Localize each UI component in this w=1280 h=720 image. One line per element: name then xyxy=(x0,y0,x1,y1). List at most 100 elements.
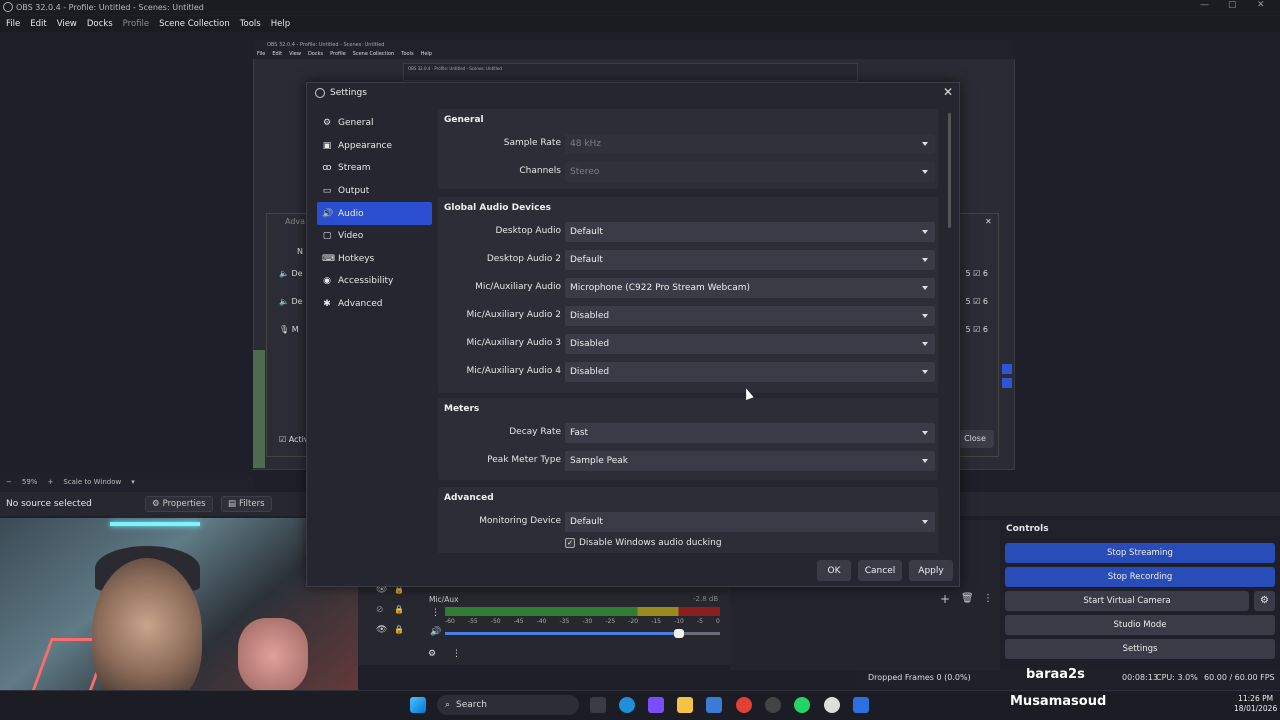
nav-audio[interactable]: 🔊 Audio xyxy=(317,202,432,225)
taskbar-search[interactable]: ⌕ Search xyxy=(437,695,579,715)
kebab-menu-icon[interactable]: ⋮ xyxy=(431,608,440,618)
volume-slider[interactable] xyxy=(445,629,720,638)
keyboard-icon: ⌨ xyxy=(322,253,335,264)
bg-row-1: 🔈 De xyxy=(279,269,303,278)
minimize-icon[interactable]: — xyxy=(1200,0,1209,10)
peak-meter-select[interactable]: Sample Peak xyxy=(565,451,935,471)
mixer-menu-icon[interactable]: ⋮ xyxy=(452,649,461,659)
ok-button[interactable]: OK xyxy=(817,560,851,581)
settings-content[interactable]: General Sample Rate 48 kHz Channels Ster… xyxy=(438,109,948,553)
app-taskbar-icon[interactable] xyxy=(853,697,869,713)
trash-icon[interactable]: 🗑 xyxy=(961,593,974,604)
desktop-audio-2-select[interactable]: Default xyxy=(565,250,935,270)
settings-title: Settings xyxy=(330,88,367,98)
settings-nav: ⚙ General ▣ Appearance ꝏ Stream ▭ Output 🔊 Au… xyxy=(317,112,432,315)
stop-streaming-button[interactable]: Stop Streaming xyxy=(1005,543,1275,563)
zoom-plus[interactable]: + xyxy=(47,478,53,486)
steam-icon[interactable] xyxy=(765,697,781,713)
nav-appearance[interactable]: ▣ Appearance xyxy=(317,135,432,158)
whatsapp-icon[interactable] xyxy=(794,697,810,713)
menu-edit[interactable]: Edit xyxy=(30,19,46,29)
cancel-button[interactable]: Cancel xyxy=(858,560,902,581)
volume-knob[interactable] xyxy=(673,629,684,638)
mic-aux-4-label: Mic/Auxiliary Audio 4 xyxy=(466,366,561,376)
monitoring-device-select[interactable]: Default xyxy=(565,512,935,532)
nav-accessibility[interactable]: ◉ Accessibility xyxy=(317,270,432,293)
disable-ducking-checkbox[interactable]: ✓ xyxy=(565,538,575,548)
edge-icon[interactable] xyxy=(619,697,635,713)
chrome-icon[interactable] xyxy=(736,697,752,713)
chevron-down-icon xyxy=(922,520,928,524)
decay-rate-label: Decay Rate xyxy=(509,427,561,437)
obs-taskbar-icon[interactable] xyxy=(824,697,840,713)
nav-general[interactable]: ⚙ General xyxy=(317,112,432,135)
disable-ducking-row[interactable]: ✓ Disable Windows audio ducking xyxy=(565,538,722,548)
start-virtual-camera-button[interactable]: Start Virtual Camera xyxy=(1005,591,1249,611)
eye-visible-icon[interactable]: 👁 xyxy=(376,625,387,635)
maximize-icon[interactable]: ▢ xyxy=(1228,0,1237,10)
chevron-down-icon xyxy=(922,431,928,435)
filters-button[interactable]: ▤ Filters xyxy=(221,496,272,512)
settings-scrollbar[interactable] xyxy=(948,113,951,228)
scale-chevron-icon[interactable]: ▾ xyxy=(131,478,135,486)
stop-recording-button[interactable]: Stop Recording xyxy=(1005,567,1275,587)
sample-rate-select: 48 kHz xyxy=(565,134,935,154)
menu-tools[interactable]: Tools xyxy=(240,19,261,29)
meter-ticks: -60 -55 -50 -45 -40 -35 -30 -25 -20 -15 -10 -5 0 xyxy=(445,618,720,625)
preview-right-strip xyxy=(1000,350,1014,462)
sample-rate-row: Sample Rate 48 kHz xyxy=(438,134,938,154)
menu-scene-collection[interactable]: Scene Collection xyxy=(159,19,230,29)
lock-icon[interactable]: 🔒 xyxy=(394,605,404,614)
properties-button[interactable]: ⚙ Properties xyxy=(145,496,213,512)
mic-aux-select[interactable]: Microphone (C922 Pro Stream Webcam) xyxy=(565,278,935,298)
nav-hotkeys[interactable]: ⌨ Hotkeys xyxy=(317,248,432,271)
desktop-audio-select[interactable]: Default xyxy=(565,222,935,242)
nav-video[interactable]: ▢ Video xyxy=(317,225,432,248)
lock-icon[interactable]: 🔒 xyxy=(394,625,404,634)
search-icon: ⌕ xyxy=(445,700,451,710)
store-icon[interactable] xyxy=(706,697,722,713)
mixer-settings-icon[interactable]: ⚙ xyxy=(428,649,436,659)
studio-mode-button[interactable]: Studio Mode xyxy=(1005,615,1275,635)
speaker-icon[interactable]: 🔊 xyxy=(430,627,441,637)
mic-aux-2-label: Mic/Auxiliary Audio 2 xyxy=(466,310,561,320)
menu-docks[interactable]: Docks xyxy=(87,19,113,29)
task-view-icon[interactable] xyxy=(590,697,606,713)
close-icon[interactable]: ✕ xyxy=(1257,0,1265,10)
mic-aux-3-select[interactable]: Disabled xyxy=(565,334,935,354)
gear-icon: ⚙ xyxy=(322,118,332,129)
mini-menu-docks: Docks xyxy=(307,51,324,57)
more-icon[interactable]: ⋮ xyxy=(983,593,993,604)
taskbar-clock[interactable]: 11:26 PM 18/01/2026 xyxy=(1234,694,1277,714)
virtual-camera-settings-icon[interactable]: ⚙ xyxy=(1254,591,1275,611)
overlay-username-bottom: Musamasoud xyxy=(1010,694,1107,709)
sample-rate-label: Sample Rate xyxy=(503,138,561,148)
decay-rate-select[interactable]: Fast xyxy=(565,423,935,443)
close-icon[interactable]: ✕ xyxy=(943,85,953,99)
settings-button[interactable]: Settings xyxy=(1005,639,1275,659)
copilot-icon[interactable] xyxy=(648,697,664,713)
nav-advanced[interactable]: ✱ Advanced xyxy=(317,293,432,316)
eye-hidden-icon[interactable]: ⊘ xyxy=(376,605,384,615)
volume-meter xyxy=(445,607,720,616)
nav-stream[interactable]: ꝏ Stream xyxy=(317,157,432,180)
zoom-minus[interactable]: − xyxy=(6,478,12,486)
person-face xyxy=(92,558,202,708)
mini-menu-scene-collection: Scene Collection xyxy=(352,51,395,57)
mic-aux-4-select[interactable]: Disabled xyxy=(565,362,935,382)
decay-rate-row: Decay Rate Fast xyxy=(438,423,938,443)
channels-label: Channels xyxy=(519,166,561,176)
add-icon[interactable]: + xyxy=(940,592,950,606)
mic-aux-label: Mic/Auxiliary Audio xyxy=(475,282,561,292)
menu-file[interactable]: File xyxy=(6,19,20,29)
menu-profile[interactable]: Profile xyxy=(123,19,149,29)
menu-view[interactable]: View xyxy=(57,19,77,29)
scale-select[interactable]: Scale to Window xyxy=(63,478,121,486)
nav-output[interactable]: ▭ Output xyxy=(317,180,432,203)
mic-aux-2-select[interactable]: Disabled xyxy=(565,306,935,326)
menu-help[interactable]: Help xyxy=(271,19,290,29)
apply-button[interactable]: Apply xyxy=(909,560,953,581)
windows-start-icon[interactable] xyxy=(410,697,426,713)
antenna-icon: ꝏ xyxy=(322,163,332,174)
file-explorer-icon[interactable] xyxy=(677,697,693,713)
